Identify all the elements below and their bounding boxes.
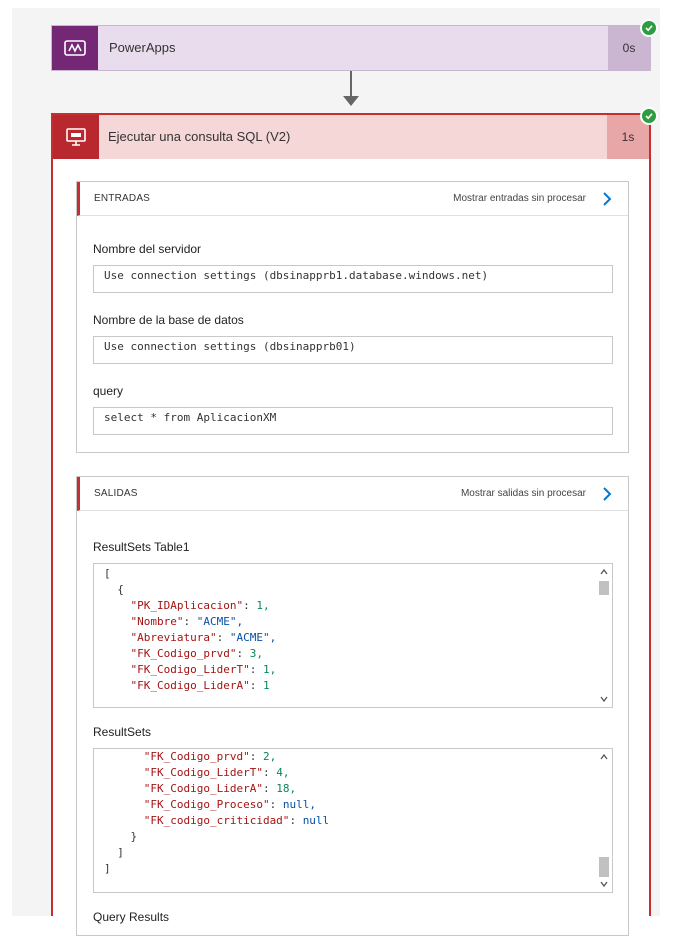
json-key: "FK_Codigo_prvd" xyxy=(104,647,237,660)
show-raw-inputs-link[interactable]: Mostrar entradas sin procesar xyxy=(453,182,586,216)
resultsets-label: ResultSets xyxy=(93,725,152,739)
database-name-field[interactable]: Use connection settings (dbsinapprb01) xyxy=(93,336,613,364)
json-punct: : xyxy=(269,798,283,811)
json-key: "FK_Codigo_prvd" xyxy=(104,750,250,763)
code-line: "Nombre": "ACME", xyxy=(104,614,243,630)
json-punct: } xyxy=(104,830,138,843)
json-value: 1, xyxy=(262,663,277,676)
inputs-panel-title: ENTRADAS xyxy=(94,193,151,204)
powerapps-step-title: PowerApps xyxy=(109,40,176,55)
code-line: } xyxy=(104,829,137,845)
json-value: null, xyxy=(282,798,316,811)
database-name-label: Nombre de la base de datos xyxy=(93,313,244,327)
json-punct: : xyxy=(289,814,303,827)
powerapps-icon xyxy=(52,26,98,70)
scroll-down-icon[interactable] xyxy=(596,876,612,892)
chevron-right-icon[interactable] xyxy=(602,486,612,502)
json-value: 18, xyxy=(276,782,297,795)
scroll-up-icon[interactable] xyxy=(596,749,612,765)
scrollbar[interactable] xyxy=(596,564,612,707)
json-punct: { xyxy=(104,583,124,596)
code-line: "FK_Codigo_LiderA": 18, xyxy=(104,781,296,797)
check-icon xyxy=(640,19,658,37)
scroll-down-icon[interactable] xyxy=(596,691,612,707)
scrollbar[interactable] xyxy=(596,749,612,892)
json-key: "FK_Codigo_LiderA" xyxy=(104,679,250,692)
json-key: "FK_Codigo_LiderA" xyxy=(104,782,263,795)
json-value: "ACME", xyxy=(229,631,277,644)
inputs-panel: ENTRADAS Mostrar entradas sin procesar N… xyxy=(76,181,629,453)
json-punct: [ xyxy=(104,567,111,580)
code-line: "Abreviatura": "ACME", xyxy=(104,630,276,646)
json-key: "Nombre" xyxy=(104,615,184,628)
resultsets-code[interactable]: "FK_Codigo_prvd": 2, "FK_Codigo_LiderT":… xyxy=(93,748,613,893)
sql-step-title: Ejecutar una consulta SQL (V2) xyxy=(108,129,291,144)
json-punct: ] xyxy=(104,846,124,859)
show-raw-outputs-link[interactable]: Mostrar salidas sin procesar xyxy=(461,477,586,511)
server-name-label: Nombre del servidor xyxy=(93,242,202,256)
query-label: query xyxy=(93,384,124,398)
code-line: "FK_codigo_criticidad": null xyxy=(104,813,329,829)
json-value: 1, xyxy=(256,599,270,612)
flow-connector xyxy=(350,71,352,99)
json-value: 4, xyxy=(276,766,290,779)
arrow-down-icon xyxy=(343,96,359,106)
json-key: "FK_Codigo_Proceso" xyxy=(104,798,270,811)
json-value: 2, xyxy=(262,750,277,763)
json-punct: : xyxy=(249,663,263,676)
json-punct: : xyxy=(183,615,197,628)
json-punct: ] xyxy=(104,862,111,875)
json-value: 1 xyxy=(262,679,270,692)
code-line: ] xyxy=(104,845,124,861)
resultsets-table1-label: ResultSets Table1 xyxy=(93,540,190,554)
code-line: "FK_Codigo_Proceso": null, xyxy=(104,797,316,813)
code-line: "FK_Codigo_prvd": 3, xyxy=(104,646,263,662)
query-results-label: Query Results xyxy=(93,910,170,924)
query-field[interactable]: select * from AplicacionXM xyxy=(93,407,613,435)
scroll-up-icon[interactable] xyxy=(596,564,612,580)
sql-step-card: Ejecutar una consulta SQL (V2) 1s ENTRAD… xyxy=(51,113,651,936)
code-line: "PK_IDAplicacion": 1, xyxy=(104,598,270,614)
json-key: "PK_IDAplicacion" xyxy=(104,599,244,612)
json-key: "FK_codigo_criticidad" xyxy=(104,814,290,827)
code-line: "FK_Codigo_LiderT": 1, xyxy=(104,662,276,678)
code-line: "FK_Codigo_LiderT": 4, xyxy=(104,765,290,781)
outputs-panel-title: SALIDAS xyxy=(94,488,138,499)
sql-server-icon xyxy=(53,115,99,159)
json-key: "FK_Codigo_LiderT" xyxy=(104,663,250,676)
outputs-panel: SALIDAS Mostrar salidas sin procesar Res… xyxy=(76,476,629,936)
resultsets-table1-code[interactable]: [ { "PK_IDAplicacion": 1, "Nombre": "ACM… xyxy=(93,563,613,708)
json-value: null xyxy=(302,814,330,827)
inputs-panel-header: ENTRADAS Mostrar entradas sin procesar xyxy=(77,182,628,216)
code-line: { xyxy=(104,582,124,598)
json-value: 3, xyxy=(249,647,263,660)
code-line: [ xyxy=(104,566,111,582)
json-key: "Abreviatura" xyxy=(104,631,217,644)
scrollbar-thumb[interactable] xyxy=(599,581,609,595)
powerapps-step-card[interactable]: PowerApps 0s xyxy=(51,25,651,71)
json-punct: : xyxy=(216,631,230,644)
code-line: "FK_Codigo_LiderA": 1 xyxy=(104,678,270,694)
json-punct: : xyxy=(262,782,277,795)
json-punct: : xyxy=(236,647,250,660)
code-line: "FK_Codigo_prvd": 2, xyxy=(104,749,276,765)
outputs-panel-header: SALIDAS Mostrar salidas sin procesar xyxy=(77,477,628,511)
json-value: "ACME", xyxy=(196,615,244,628)
json-punct: : xyxy=(249,679,263,692)
server-name-field[interactable]: Use connection settings (dbsinapprb1.dat… xyxy=(93,265,613,293)
code-line: ] xyxy=(104,861,111,877)
json-punct: : xyxy=(243,599,257,612)
json-key: "FK_Codigo_LiderT" xyxy=(104,766,263,779)
json-punct: : xyxy=(249,750,263,763)
scrollbar-thumb[interactable] xyxy=(599,857,609,877)
chevron-right-icon[interactable] xyxy=(602,191,612,207)
json-punct: : xyxy=(262,766,277,779)
sql-step-header[interactable]: Ejecutar una consulta SQL (V2) 1s xyxy=(53,115,649,159)
check-icon xyxy=(640,107,658,125)
